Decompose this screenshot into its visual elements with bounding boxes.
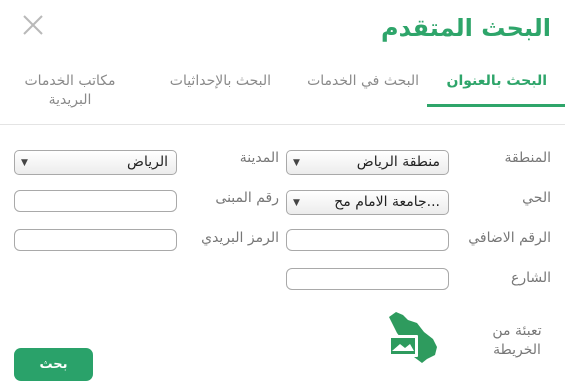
region-select[interactable]: منطقة الرياض ▼ <box>286 150 449 175</box>
dialog-title: البحث المتقدم <box>381 14 551 42</box>
active-tab-indicator <box>427 104 565 107</box>
postal-code-label: الرمز البريدي <box>201 230 279 246</box>
map-fill-button[interactable] <box>386 311 442 365</box>
city-select-value: الرياض <box>127 154 168 170</box>
district-select[interactable]: ...جامعة الامام مح ▼ <box>286 190 449 215</box>
dialog-header: البحث المتقدم <box>0 0 565 60</box>
building-number-label: رقم المبنى <box>215 190 279 206</box>
saudi-map-icon <box>388 312 437 363</box>
dropdown-arrow-icon: ▼ <box>293 158 300 168</box>
tab-search-by-coordinates[interactable]: البحث بالإحداثيات <box>170 72 271 91</box>
city-label: المدينة <box>239 150 279 166</box>
dropdown-arrow-icon: ▼ <box>21 158 28 168</box>
district-select-value: ...جامعة الامام مح <box>334 194 440 210</box>
search-button[interactable]: بحث <box>14 348 93 381</box>
map-fill-label[interactable]: تعبئة من الخريطة <box>483 322 551 360</box>
tabs-divider <box>0 124 565 125</box>
district-label: الحي <box>522 190 551 206</box>
building-number-input[interactable] <box>14 190 177 212</box>
additional-number-input[interactable] <box>286 229 449 251</box>
close-icon <box>23 15 43 35</box>
tab-search-by-address[interactable]: البحث بالعنوان <box>447 72 547 91</box>
region-select-value: منطقة الرياض <box>356 154 440 170</box>
additional-number-label: الرقم الاضافي <box>468 230 551 246</box>
search-tabs: البحث بالعنوان البحث في الخدمات البحث با… <box>0 64 565 124</box>
tab-search-in-services[interactable]: البحث في الخدمات <box>307 72 419 91</box>
tab-postal-offices[interactable]: مكاتب الخدمات البريدية <box>15 72 125 110</box>
city-select[interactable]: الرياض ▼ <box>14 150 177 175</box>
close-button[interactable] <box>18 10 48 40</box>
street-input[interactable] <box>286 268 449 290</box>
street-label: الشارع <box>510 270 551 286</box>
postal-code-input[interactable] <box>14 229 177 251</box>
dropdown-arrow-icon: ▼ <box>293 198 300 208</box>
region-label: المنطقة <box>504 150 551 166</box>
